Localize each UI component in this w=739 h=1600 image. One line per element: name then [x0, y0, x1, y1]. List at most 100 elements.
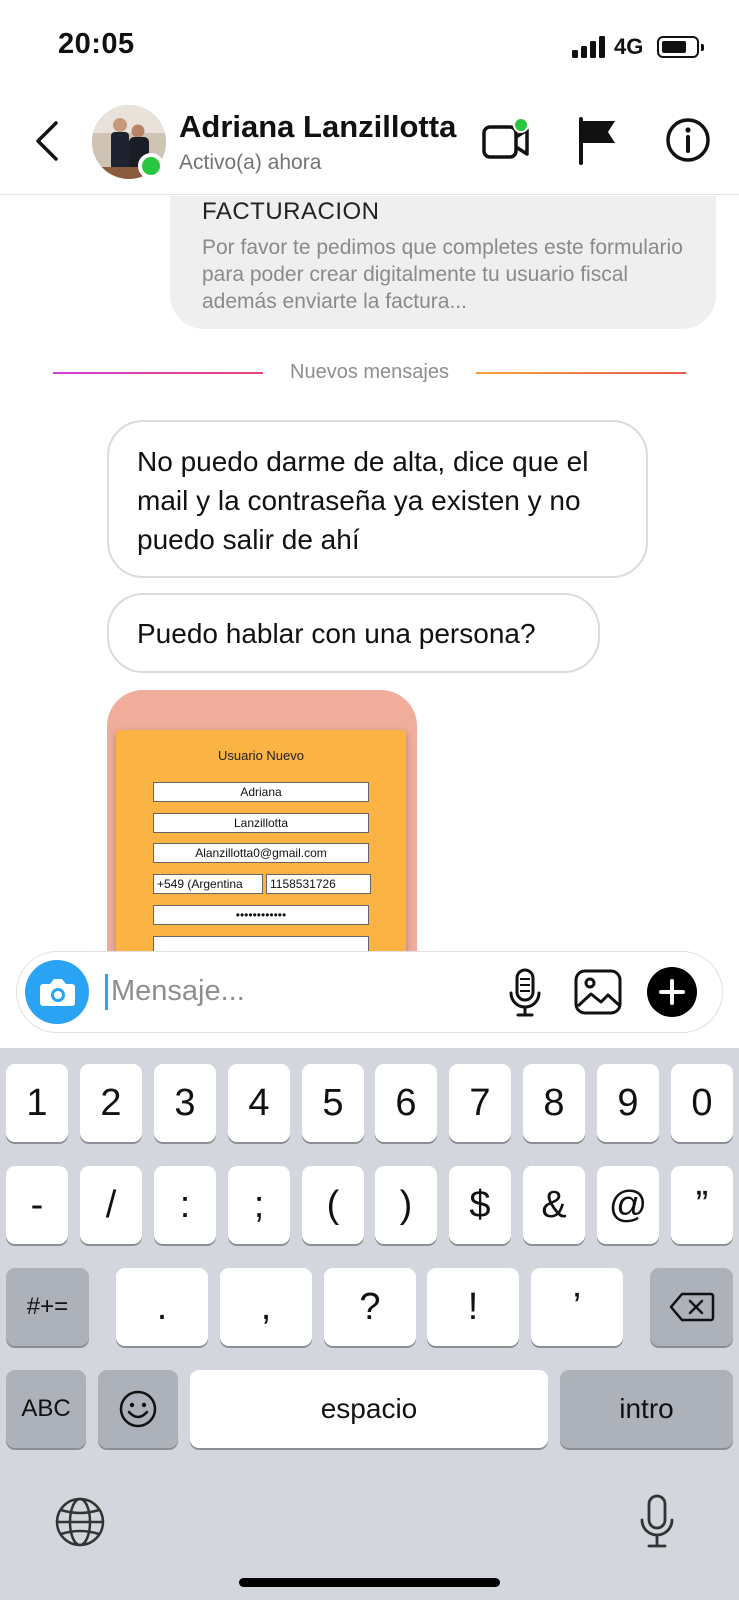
key-label: @	[608, 1183, 648, 1226]
key-space[interactable]: espacio	[190, 1370, 548, 1448]
key-label: $	[469, 1183, 491, 1226]
message-thread[interactable]: FACTURACION Por favor te pedimos que com…	[0, 196, 739, 951]
key-label: 6	[395, 1081, 417, 1124]
key-label: 1	[26, 1081, 48, 1124]
network-label: 4G	[614, 34, 644, 59]
key-slash[interactable]: /	[80, 1166, 142, 1244]
key-label: &	[541, 1183, 567, 1226]
text-cursor	[105, 974, 108, 1010]
contact-name[interactable]: Adriana Lanzillotta	[179, 109, 456, 145]
key-hyphen[interactable]: -	[6, 1166, 68, 1244]
key-3[interactable]: 3	[154, 1064, 216, 1142]
key-apostrophe[interactable]: ’	[531, 1268, 623, 1346]
key-6[interactable]: 6	[375, 1064, 437, 1142]
back-arrow-icon[interactable]	[30, 119, 66, 163]
key-label: :	[179, 1183, 191, 1226]
key-label: ’	[572, 1285, 582, 1328]
message-input[interactable]	[111, 970, 471, 1012]
key-close-paren[interactable]: )	[375, 1166, 437, 1244]
form-last-name: Lanzillotta	[153, 813, 369, 833]
video-call-icon[interactable]	[481, 117, 533, 165]
key-return[interactable]: intro	[560, 1370, 733, 1448]
flag-icon[interactable]	[575, 115, 621, 165]
message-bubble[interactable]: Puedo hablar con una persona?	[107, 593, 600, 673]
key-0[interactable]: 0	[671, 1064, 733, 1142]
key-label: 0	[691, 1081, 713, 1124]
key-5[interactable]: 5	[302, 1064, 364, 1142]
online-status-dot	[138, 153, 164, 179]
form-email: Alanzillotta0@gmail.com	[153, 843, 369, 863]
divider-label: Nuevos mensajes	[290, 361, 449, 383]
key-abc[interactable]: ABC	[6, 1370, 86, 1448]
form-first-name: Adriana	[153, 782, 369, 802]
form-password: ••••••••••••	[153, 905, 369, 925]
key-label: 5	[322, 1081, 344, 1124]
key-ampersand[interactable]: &	[523, 1166, 585, 1244]
chat-header: Adriana Lanzillotta Activo(a) ahora	[0, 95, 739, 195]
previous-message-bubble[interactable]: FACTURACION Por favor te pedimos que com…	[170, 196, 716, 329]
form-password-confirm	[153, 936, 369, 951]
key-label: espacio	[320, 1393, 418, 1424]
key-4[interactable]: 4	[228, 1064, 290, 1142]
key-dollar[interactable]: $	[449, 1166, 511, 1244]
key-label: ”	[695, 1183, 709, 1226]
image-message[interactable]: Usuario Nuevo Adriana Lanzillotta Alanzi…	[107, 690, 417, 951]
contact-status: Activo(a) ahora	[179, 151, 322, 174]
message-composer	[16, 951, 723, 1033]
key-8[interactable]: 8	[523, 1064, 585, 1142]
key-delete[interactable]	[650, 1268, 733, 1346]
key-label: ABC	[21, 1395, 71, 1422]
microphone-icon[interactable]	[505, 967, 545, 1019]
previous-message-title: FACTURACION	[202, 198, 380, 225]
divider-line-left	[53, 372, 263, 374]
divider-line-right	[476, 372, 686, 374]
status-time: 20:05	[58, 28, 135, 60]
emoji-icon	[119, 1390, 157, 1428]
key-at[interactable]: @	[597, 1166, 659, 1244]
key-label: .	[156, 1285, 168, 1328]
key-9[interactable]: 9	[597, 1064, 659, 1142]
key-1[interactable]: 1	[6, 1064, 68, 1142]
key-comma[interactable]: ,	[220, 1268, 312, 1346]
gallery-icon[interactable]	[573, 968, 623, 1016]
keyboard: 1 2 3 4 5 6 7 8 9 0 - / : ; ( ) $ & @ ” …	[0, 1048, 739, 1600]
message-bubble[interactable]: No puedo darme de alta, dice que el mail…	[107, 420, 648, 578]
add-button[interactable]	[647, 967, 697, 1017]
key-label: 7	[469, 1081, 491, 1124]
key-label: 8	[543, 1081, 565, 1124]
key-label: 3	[174, 1081, 196, 1124]
new-messages-divider: Nuevos mensajes	[0, 361, 739, 385]
key-period[interactable]: .	[116, 1268, 208, 1346]
key-question[interactable]: ?	[324, 1268, 416, 1346]
key-label: (	[326, 1183, 340, 1226]
key-label: !	[467, 1285, 479, 1328]
key-more-symbols[interactable]: #+=	[6, 1268, 89, 1346]
key-2[interactable]: 2	[80, 1064, 142, 1142]
key-quote[interactable]: ”	[671, 1166, 733, 1244]
key-exclamation[interactable]: !	[427, 1268, 519, 1346]
key-label: intro	[619, 1393, 674, 1424]
key-label: ;	[253, 1183, 265, 1226]
key-label: 4	[248, 1081, 270, 1124]
previous-message-body: Por favor te pedimos que completes este …	[202, 236, 683, 313]
key-open-paren[interactable]: (	[302, 1166, 364, 1244]
camera-icon	[40, 979, 75, 1006]
key-label: #+=	[26, 1293, 69, 1320]
key-label: -	[30, 1183, 44, 1226]
backspace-icon	[669, 1292, 714, 1322]
key-emoji[interactable]	[98, 1370, 178, 1448]
globe-icon[interactable]	[54, 1496, 106, 1548]
info-icon[interactable]	[665, 117, 711, 163]
signal-icon	[572, 36, 606, 58]
dictation-icon[interactable]	[638, 1494, 676, 1550]
plus-icon	[659, 979, 685, 1005]
camera-button[interactable]	[25, 960, 89, 1024]
key-7[interactable]: 7	[449, 1064, 511, 1142]
key-label: )	[399, 1183, 413, 1226]
key-label: /	[105, 1183, 117, 1226]
form-phone: 1158531726	[266, 874, 371, 894]
status-bar: 20:05 4G	[0, 0, 739, 95]
key-semicolon[interactable]: ;	[228, 1166, 290, 1244]
key-colon[interactable]: :	[154, 1166, 216, 1244]
home-indicator[interactable]	[239, 1578, 500, 1587]
